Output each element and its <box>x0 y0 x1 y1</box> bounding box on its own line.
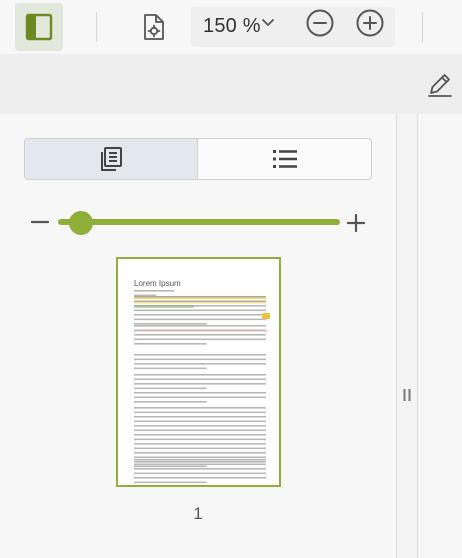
preview-text-line <box>134 456 266 459</box>
page-thumbnail-title: Lorem Ipsum <box>134 279 181 288</box>
document-view[interactable] <box>418 114 462 558</box>
toolbar-separator <box>96 12 97 42</box>
preview-text-line <box>134 452 266 454</box>
preview-text-line <box>134 374 266 376</box>
preview-text-line <box>134 443 266 445</box>
preview-text-line <box>134 481 207 484</box>
preview-text-line <box>134 305 266 307</box>
preview-text-line <box>134 323 207 325</box>
thumbnail-sidebar: Lorem Ipsum 1 <box>0 114 396 558</box>
page-thumbnails-icon <box>101 147 122 171</box>
sidebar-resize-strip[interactable] <box>397 114 417 558</box>
preview-text-line <box>134 354 266 356</box>
preview-text-line <box>134 325 266 327</box>
preview-text-line <box>134 468 266 470</box>
preview-text-line <box>134 425 266 427</box>
preview-text-line <box>134 296 266 298</box>
chevron-down-icon[interactable] <box>261 18 275 28</box>
preview-text-line <box>134 434 266 436</box>
preview-text-line <box>134 314 266 316</box>
preview-text-line <box>134 416 266 418</box>
minus-circle-icon <box>306 9 334 37</box>
plus-circle-icon <box>356 9 384 37</box>
preview-text-line <box>134 429 266 432</box>
preview-text-line <box>134 461 266 463</box>
preview-text-line <box>134 392 266 394</box>
preview-text-line <box>134 396 266 399</box>
page-preview <box>134 290 270 484</box>
preview-text-line <box>134 358 266 361</box>
sidebar-toggle-button[interactable] <box>15 3 63 51</box>
main-toolbar: 150 % <box>0 0 462 54</box>
preview-text-line <box>134 387 207 390</box>
annotation-toolbar <box>0 54 462 114</box>
preview-text-line <box>134 465 207 468</box>
preview-text-line <box>134 367 207 370</box>
pencil-icon <box>428 74 452 97</box>
preview-text-line <box>134 447 266 450</box>
preview-text-line <box>134 438 266 441</box>
preview-text-line <box>134 472 266 475</box>
preview-text-line <box>134 463 266 466</box>
page-number-label: 1 <box>193 504 203 523</box>
preview-text-line <box>134 378 266 381</box>
preview-text-line <box>134 343 207 345</box>
document-gear-icon <box>144 14 164 40</box>
preview-text-line <box>134 294 156 297</box>
zoom-out-button[interactable] <box>304 7 336 39</box>
edit-annotation-button[interactable] <box>424 68 456 100</box>
preview-text-line <box>134 363 266 365</box>
thumbnail-size-slider-handle[interactable] <box>68 211 93 235</box>
preview-text-line <box>134 290 174 292</box>
outline-list-icon <box>272 150 297 168</box>
preview-text-line <box>134 401 207 403</box>
preview-text-line <box>134 338 266 341</box>
preview-text-line <box>134 411 266 414</box>
zoom-level-value[interactable]: 150 % <box>203 15 261 38</box>
preview-text-line <box>134 459 266 461</box>
enlarge-thumbnails-icon[interactable] <box>346 213 366 233</box>
preview-text-line <box>134 309 266 312</box>
outline-view-tab[interactable] <box>198 139 371 179</box>
thumbnails-view-tab[interactable] <box>25 139 197 179</box>
shrink-thumbnails-icon[interactable] <box>30 214 50 230</box>
preview-text-line <box>134 318 266 321</box>
preview-text-line <box>134 420 266 423</box>
sidebar-view-switch <box>24 138 372 180</box>
sidebar-panel-icon <box>25 13 53 41</box>
preview-text-line <box>134 300 266 303</box>
toolbar-separator <box>422 12 423 42</box>
preview-text-line <box>134 407 266 409</box>
drag-handle-icon[interactable] <box>401 387 413 403</box>
preview-text-line <box>134 477 266 479</box>
page-thumbnail[interactable]: Lorem Ipsum <box>116 257 281 487</box>
preview-text-line <box>134 334 266 336</box>
preview-text-line <box>134 383 266 385</box>
thumbnail-size-slider-track[interactable] <box>58 219 340 225</box>
zoom-in-button[interactable] <box>354 7 386 39</box>
document-settings-button[interactable] <box>130 7 178 47</box>
